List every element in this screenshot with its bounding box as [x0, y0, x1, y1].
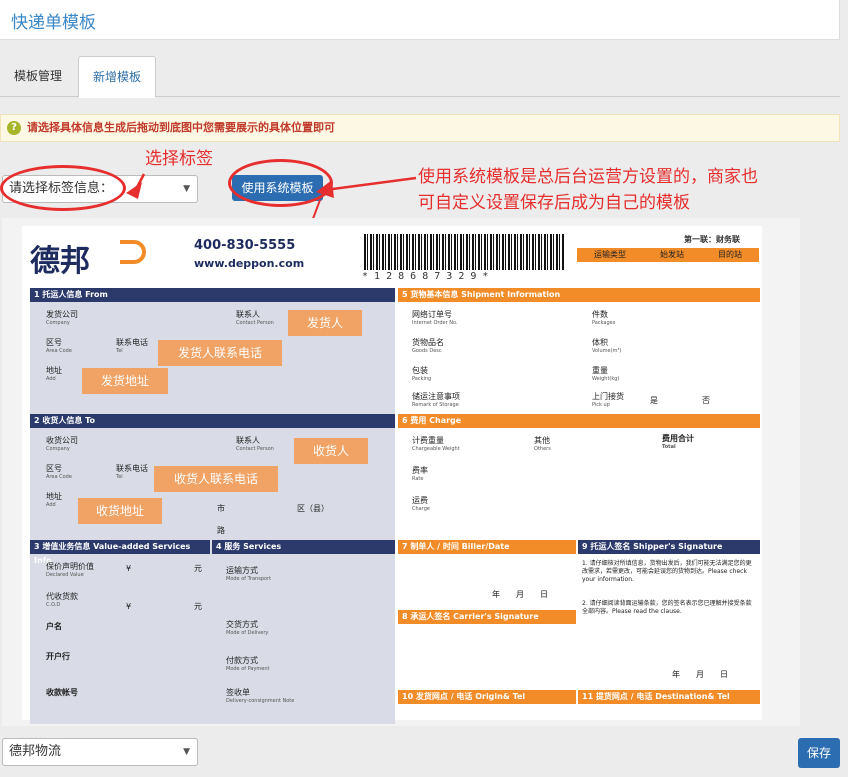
section-value-added: 3 增值业务信息 Value-added Services Info [30, 540, 210, 565]
field-to-company: 收货公司 Company [46, 436, 78, 452]
field-to-contact: 联系人 Contact Person [236, 436, 274, 452]
pickup-yes: 是 [650, 396, 658, 405]
pickup-no: 否 [702, 396, 710, 405]
field-others: 其他 Others [534, 436, 551, 452]
section-destination: 11 提货网点 / 电话 Destination& Tel [578, 690, 760, 704]
field-to-city: 市 [217, 504, 225, 513]
field-transport-mode: 运输方式 Mode of Transport [226, 566, 272, 582]
field-bank: 开户行 [46, 652, 70, 661]
tab-add-template[interactable]: 新增模板 [78, 56, 157, 98]
field-declared: 保价声明价值 Declared Value [46, 562, 94, 578]
currency-1: ¥ [126, 564, 132, 573]
section-shipment: 5 货物基本信息 Shipment Information [398, 288, 760, 302]
tag-consignee-tel[interactable]: 收货人联系电话 [154, 466, 278, 492]
question-icon: ? [7, 121, 21, 135]
col-transport-type: 运输类型 [594, 250, 626, 259]
top-columns: 运输类型 始发站 目的站 [577, 248, 759, 262]
copy-label: 第一联：财务联 [684, 235, 740, 244]
section-shipper-sign: 9 托运人签名 Shipper's Signature [578, 540, 760, 554]
deppon-logo: 德邦 [30, 244, 90, 279]
field-total: 费用合计 Total [662, 434, 694, 450]
annotation-oval-select [0, 165, 126, 211]
currency-2: ¥ [126, 602, 132, 611]
field-pieces: 件数 Packages [592, 310, 616, 326]
annotation-note-line1: 使用系统模板是总后台运营方设置的，商家也 [418, 167, 758, 187]
field-to-area: 区号 Area Code [46, 464, 72, 480]
field-weight: 重量 Weight(kg) [592, 366, 620, 382]
field-order-no: 网络订单号 Internet Order No. [412, 310, 458, 326]
field-remark: 储运注意事项 Remark of Storage [412, 392, 460, 408]
shipper-sign-text-2: 2. 请仔细阅读背面运输条款，您的签名表示您已理解并接受条款全部内容。Pleas… [582, 600, 752, 615]
field-delivery-mode: 交货方式 Mode of Delivery [226, 620, 269, 636]
biller-date: 年 月 日 [492, 590, 548, 599]
field-account-name: 户名 [46, 622, 62, 631]
waybill-paper: 德邦 400-830-5555 www.deppon.com * 1 2 8 6… [22, 226, 762, 724]
barcode [364, 234, 564, 270]
field-freight: 运费 Charge [412, 496, 430, 512]
unit-2: 元 [194, 602, 202, 611]
arrow-to-button [324, 176, 417, 192]
arrow-head-select [126, 182, 142, 199]
field-from-addr: 地址 Add [46, 366, 62, 382]
section-to: 2 收货人信息 To [30, 414, 395, 428]
field-to-road: 路 [217, 526, 225, 535]
field-cod: 代收货款 C.O.D [46, 592, 78, 608]
field-to-addr: 地址 Add [46, 492, 62, 508]
waybill-canvas[interactable]: 德邦 400-830-5555 www.deppon.com * 1 2 8 6… [2, 218, 800, 726]
field-chargeable-weight: 计费重量 Chargeable Weight [412, 436, 460, 452]
section-charge: 6 费用 Charge [398, 414, 760, 428]
tab-bar: 模板管理 新增模板 [0, 56, 840, 98]
shipper-sign-text-1: 1. 请仔细核对所填信息，货物出发后，我们可能无法满足您的更改需求，若需更改，可… [582, 560, 752, 583]
field-packing: 包装 Packing [412, 366, 432, 382]
site-text: www.deppon.com [194, 257, 305, 270]
field-volume: 体积 Volume(m³) [592, 338, 622, 354]
tag-shipper[interactable]: 发货人 [288, 310, 362, 336]
template-select[interactable]: 德邦物流 ▼ [2, 738, 198, 766]
field-goods: 货物品名 Goods Desc [412, 338, 444, 354]
annotation-note-line2: 可自定义设置保存后成为自己的模板 [418, 193, 690, 213]
section-services: 4 服务 Services [212, 540, 395, 554]
field-sign-note: 签收单 Delivery-consignment Note [226, 688, 295, 704]
field-rate: 费率 Rate [412, 466, 428, 482]
tip-banner: ? 请选择具体信息生成后拖动到底图中您需要展示的具体位置即可 [0, 114, 840, 142]
chevron-down-icon: ▼ [183, 747, 190, 757]
arrow-head-button [316, 180, 334, 198]
tip-text: 请选择具体信息生成后拖动到底图中您需要展示的具体位置即可 [27, 121, 335, 134]
template-select-value: 德邦物流 [9, 744, 62, 759]
field-from-tel: 联系电话 Tel [116, 338, 148, 354]
page-header: 快递单模板 [0, 0, 840, 40]
section-carrier: 8 承运人签名 Carrier's Signature [398, 610, 576, 624]
col-origin: 始发站 [660, 250, 684, 259]
field-from-contact: 联系人 Contact Person [236, 310, 274, 326]
tag-shipper-tel[interactable]: 发货人联系电话 [158, 340, 282, 366]
field-from-area: 区号 Area Code [46, 338, 72, 354]
section-biller: 7 制单人 / 时间 Biller/Date [398, 540, 576, 554]
phone-text: 400-830-5555 [194, 238, 296, 253]
field-payment-mode: 付款方式 Mode of Payment [226, 656, 270, 672]
page-title: 快递单模板 [11, 13, 96, 33]
section-origin: 10 发货网点 / 电话 Origin& Tel [398, 690, 576, 704]
shipper-date: 年 月 日 [672, 670, 728, 679]
col-destination: 目的站 [718, 250, 742, 259]
tag-consignee-address[interactable]: 收货地址 [78, 498, 162, 524]
save-button[interactable]: 保存 [798, 738, 840, 768]
field-account-no: 收款帐号 [46, 688, 78, 697]
field-to-district: 区（县） [297, 504, 329, 513]
barcode-number: * 1 2 8 6 8 7 3 2 9 * [362, 271, 489, 282]
tab-template-manage[interactable]: 模板管理 [0, 56, 76, 97]
logo-arrow-icon [120, 240, 146, 264]
tag-consignee[interactable]: 收货人 [294, 438, 368, 464]
field-pickup: 上门接货 Pick up [592, 392, 624, 408]
field-from-company: 发货公司 Company [46, 310, 78, 326]
unit-1: 元 [194, 564, 202, 573]
section-from: 1 托运人信息 From [30, 288, 395, 302]
field-to-tel: 联系电话 Tel [116, 464, 148, 480]
tag-shipper-address[interactable]: 发货地址 [82, 368, 168, 394]
